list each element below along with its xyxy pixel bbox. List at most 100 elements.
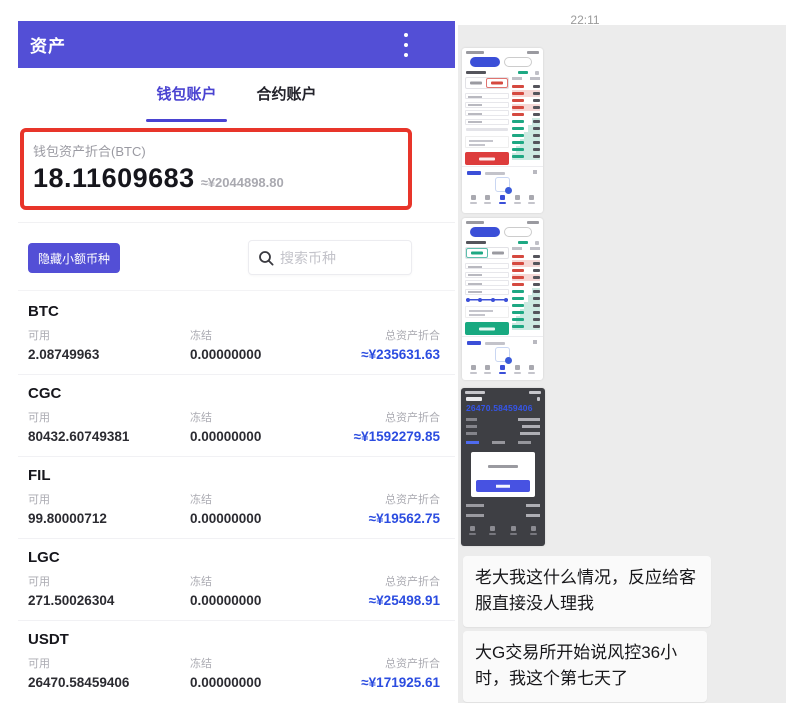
thumbnail-detail [533, 85, 540, 88]
thumbnail-detail [526, 504, 540, 507]
thumbnail-detail [467, 341, 481, 345]
search-input[interactable] [280, 249, 380, 266]
thumbnail-detail [512, 247, 522, 250]
account-tabs: 钱包账户 合约账户 [18, 68, 455, 122]
total-label: 总资产折合 [385, 658, 440, 670]
thumbnail-detail [470, 526, 475, 531]
chat-message: 大G交易所开始说风控36小时，我这个第七天了 [463, 631, 707, 702]
hide-small-balances-button[interactable]: 隐藏小额币种 [28, 243, 120, 273]
attachment-thumbnail-buy-screen[interactable] [462, 218, 543, 380]
thumbnail-detail [510, 526, 516, 531]
thumbnail-detail [512, 141, 524, 144]
thumbnail-detail [533, 170, 537, 174]
thumbnail-detail [478, 298, 482, 302]
thumbnail-detail [484, 202, 492, 204]
thumbnail-detail [509, 526, 517, 535]
coin-row-LGC[interactable]: LGC 可用 271.50026304 冻结 0.00000000 总资产折合 ≈¥2549… [18, 539, 455, 621]
thumbnail-detail [528, 365, 536, 374]
thumbnail-detail [512, 255, 524, 258]
thumbnail-detail [467, 171, 481, 175]
thumbnail-detail [512, 247, 540, 250]
thumbnail-detail [470, 227, 500, 237]
thumbnail-detail [533, 283, 540, 286]
thumbnail-detail [462, 336, 543, 337]
thumbnail-detail [468, 291, 482, 293]
chat-panel: 22:11 26470.58459406 老大我这什么情况，反应给客服直接没人理… [455, 0, 786, 722]
thumbnail-detail [489, 526, 497, 535]
thumbnail-detail [535, 70, 539, 75]
thumbnail-detail [512, 77, 540, 80]
wallet-app-panel: 资产 钱包账户 合约账户 钱包资产折合(BTC) 18.11609683 ≈¥2… [18, 21, 455, 722]
thumbnail-detail [528, 202, 536, 204]
thumbnail-detail [533, 141, 540, 144]
total-value: ≈¥25498.91 [368, 593, 440, 608]
chat-timestamp: 22:11 [570, 13, 600, 27]
thumbnail-detail [528, 195, 536, 204]
thumbnail-detail [512, 267, 540, 274]
thumbnail-detail [505, 187, 512, 194]
thumbnail-detail [533, 297, 540, 300]
thumbnail-detail [512, 290, 524, 293]
mini-dialog [471, 452, 535, 497]
thumbnail-detail [512, 262, 524, 265]
available-label: 可用 [28, 658, 50, 670]
thumbnail-detail [512, 297, 524, 300]
thumbnail-detail [512, 127, 524, 130]
total-value: ≈¥1592279.85 [353, 429, 440, 444]
available-label: 可用 [28, 330, 50, 342]
thumbnail-detail [512, 99, 524, 102]
thumbnail-detail [466, 241, 486, 244]
thumbnail-detail [533, 134, 540, 137]
thumbnail-detail [512, 85, 524, 88]
coin-symbol: FIL [28, 467, 51, 484]
tab-contract-account[interactable]: 合约账户 [255, 77, 319, 110]
thumbnail-detail [469, 310, 493, 312]
total-value: ≈¥171925.61 [361, 675, 440, 690]
coin-row-USDT[interactable]: USDT 可用 26470.58459406 冻结 0.00000000 总资产折合 ≈¥1… [18, 621, 455, 703]
thumbnail-detail [466, 432, 540, 435]
thumbnail-detail [505, 357, 512, 364]
thumbnail-detail [512, 113, 524, 116]
thumbnail-detail [513, 372, 521, 374]
mini-tabbar [469, 526, 537, 535]
thumbnail-detail [514, 195, 520, 200]
tab-wallet-account[interactable]: 钱包账户 [146, 77, 227, 122]
thumbnail-detail [465, 247, 509, 259]
thumbnail-detail [466, 298, 470, 302]
coin-row-FIL[interactable]: FIL 可用 99.80000712 冻结 0.00000000 总资产折合 ≈¥19562… [18, 457, 455, 539]
total-label: 总资产折合 [385, 576, 440, 588]
thumbnail-detail [512, 295, 540, 302]
thumbnail-detail [533, 276, 540, 279]
thumbnail-detail [533, 113, 540, 116]
kebab-menu-icon[interactable] [397, 33, 415, 57]
coin-row-BTC[interactable]: BTC 可用 2.08749963 冻结 0.00000000 总资产折合 ≈¥235631… [18, 293, 455, 375]
thumbnail-detail [533, 290, 540, 293]
page-title: 资产 [30, 37, 66, 56]
thumbnail-detail [498, 202, 506, 204]
attachment-thumbnail-balance-dialog[interactable]: 26470.58459406 [461, 388, 545, 546]
thumbnail-detail [512, 274, 540, 281]
thumbnail-detail [512, 97, 540, 104]
dialog-screen-balance: 26470.58459406 [466, 403, 533, 413]
thumbnail-detail [479, 157, 495, 160]
thumbnail-detail [465, 136, 509, 148]
thumbnail-detail [469, 365, 477, 374]
frozen-value: 0.00000000 [190, 511, 262, 526]
thumbnail-detail [488, 465, 518, 468]
coin-row-CGC[interactable]: CGC 可用 80432.60749381 冻结 0.00000000 总资产折合 ≈¥15… [18, 375, 455, 457]
thumbnail-detail [469, 195, 477, 204]
thumbnail-detail [492, 251, 504, 255]
mini-form [465, 93, 509, 127]
search-box[interactable] [248, 240, 412, 275]
section-divider [18, 290, 455, 291]
thumbnail-detail [466, 504, 540, 507]
thumbnail-detail [466, 78, 486, 88]
thumbnail-detail [504, 298, 508, 302]
app-header: 资产 [18, 21, 455, 68]
thumbnail-detail [466, 441, 540, 444]
attachment-thumbnail-sell-screen[interactable] [462, 48, 543, 213]
frozen-label: 冻结 [190, 658, 212, 670]
thumbnail-detail [466, 432, 477, 435]
thumbnail-detail [499, 365, 505, 370]
thumbnail-detail [512, 118, 540, 125]
